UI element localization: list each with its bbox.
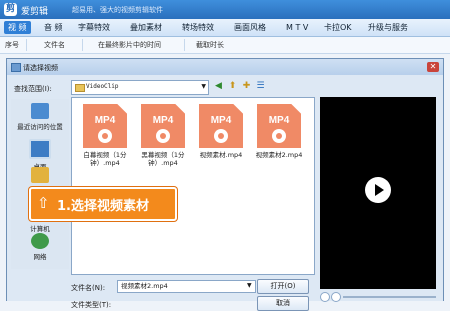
- video-preview: [320, 97, 436, 289]
- preview-seek-slider[interactable]: [343, 296, 436, 298]
- view-menu-icon[interactable]: ☰: [255, 81, 266, 92]
- col-duration[interactable]: 截取时长: [196, 40, 224, 50]
- open-button[interactable]: 打开(O): [257, 279, 309, 294]
- file-name: 黑幕视频（1分钟）.mp4: [141, 151, 185, 167]
- filename-field[interactable]: 视频素材2.mp4: [117, 280, 256, 293]
- preview-stop-icon[interactable]: [331, 292, 341, 302]
- select-video-dialog: 请选择视频 ✕ 查找范围(I): VideoClip ▼ ◀ ⬆ ✚ ☰ 最近访…: [6, 58, 444, 311]
- app-title-bar: 剪 爱剪辑 超易用、强大的视频剪辑软件: [0, 0, 450, 19]
- col-index[interactable]: 序号: [5, 40, 19, 50]
- menu-upgrade[interactable]: 升级与服务: [364, 21, 412, 34]
- dialog-title: 请选择视频: [23, 64, 58, 72]
- app-slogan: 超易用、强大的视频剪辑软件: [72, 6, 163, 14]
- app-name: 爱剪辑: [21, 7, 49, 17]
- place-network[interactable]: 网络: [11, 233, 69, 261]
- file-item[interactable]: MP4 视频素材2.mp4: [252, 104, 306, 159]
- library-icon: [31, 167, 49, 183]
- menu-overlay[interactable]: 叠加素材: [126, 21, 166, 34]
- dialog-title-bar: 请选择视频 ✕: [7, 59, 443, 75]
- folder-icon: [75, 84, 85, 92]
- network-icon: [31, 233, 49, 249]
- play-button[interactable]: [365, 177, 391, 203]
- file-name: 视频素材2.mp4: [255, 151, 303, 159]
- new-folder-icon[interactable]: ✚: [241, 81, 252, 92]
- place-recent[interactable]: 最近访问的位置: [11, 103, 69, 131]
- col-filename[interactable]: 文件名: [44, 40, 65, 50]
- menu-transitions[interactable]: 转场特效: [178, 21, 218, 34]
- mp4-file-icon: MP4: [257, 104, 301, 148]
- cancel-button[interactable]: 取消: [257, 296, 309, 311]
- file-item[interactable]: MP4 黑幕视频（1分钟）.mp4: [136, 104, 190, 167]
- menu-karaoke[interactable]: 卡拉OK: [320, 21, 356, 34]
- preview-play-icon[interactable]: [320, 292, 330, 302]
- chevron-down-icon[interactable]: ▼: [247, 282, 252, 289]
- mp4-file-icon: MP4: [141, 104, 185, 148]
- menu-mtv[interactable]: M T V: [282, 21, 312, 34]
- menu-styles[interactable]: 画面风格: [230, 21, 270, 34]
- look-in-label: 查找范围(I):: [14, 85, 52, 93]
- menu-audio[interactable]: 音 频: [40, 21, 67, 34]
- mp4-file-icon: MP4: [83, 104, 127, 148]
- app-logo-icon: 剪: [4, 3, 17, 16]
- file-item[interactable]: MP4 视频素材.mp4: [194, 104, 248, 159]
- filename-label: 文件名(N):: [71, 284, 106, 292]
- dialog-window-icon: [11, 63, 21, 72]
- menu-subtitle-effects[interactable]: 字幕特效: [74, 21, 114, 34]
- up-folder-icon[interactable]: ⬆: [227, 81, 238, 92]
- arrow-up-icon: ⇧: [37, 194, 50, 212]
- desktop-icon: [29, 139, 51, 159]
- mp4-file-icon: MP4: [199, 104, 243, 148]
- file-name: 白幕视频（1分钟）.mp4: [83, 151, 127, 167]
- clip-list-header: 序号 文件名 在最终影片中的时间 截取时长: [0, 37, 450, 54]
- file-name: 视频素材.mp4: [199, 151, 243, 159]
- file-item[interactable]: MP4 白幕视频（1分钟）.mp4: [78, 104, 132, 167]
- back-icon[interactable]: ◀: [213, 81, 224, 92]
- col-final-time[interactable]: 在最终影片中的时间: [98, 40, 161, 50]
- menu-video[interactable]: 视 频: [4, 21, 31, 34]
- play-icon: [375, 184, 384, 196]
- main-menu-bar: 视 频 音 频 字幕特效 叠加素材 转场特效 画面风格 M T V 卡拉OK 升…: [0, 19, 450, 37]
- filetype-label: 文件类型(T):: [71, 301, 112, 309]
- file-list: MP4 白幕视频（1分钟）.mp4 MP4 黑幕视频（1分钟）.mp4 MP4 …: [71, 97, 315, 275]
- close-icon[interactable]: ✕: [427, 62, 439, 72]
- look-in-value: VideoClip: [86, 83, 119, 90]
- look-in-select[interactable]: VideoClip ▼: [71, 80, 209, 95]
- places-bar: 最近访问的位置 桌面 库 计算机 网络: [11, 99, 69, 269]
- callout-text: 1.选择视频素材: [57, 199, 149, 214]
- recent-icon: [31, 103, 49, 119]
- chevron-down-icon: ▼: [201, 83, 206, 90]
- instruction-callout: ⇧ 1.选择视频素材: [29, 187, 177, 221]
